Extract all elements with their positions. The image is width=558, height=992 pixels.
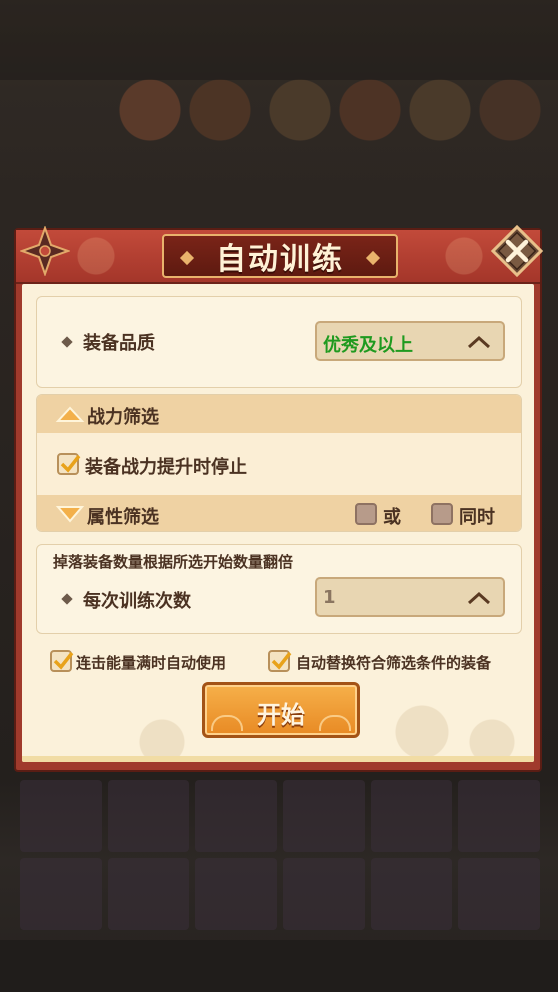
auto-training-dialog: 自动训练 装备品质 优秀及以上 战力筛选 装备战力提升时停止 属性筛选 或 同时… <box>14 224 544 772</box>
chevron-up-icon <box>55 406 85 422</box>
diamond-bullet-icon <box>61 593 73 605</box>
attribute-both-checkbox[interactable] <box>431 503 453 525</box>
attribute-filter-title: 属性筛选 <box>87 507 159 528</box>
stop-on-power-up-label: 装备战力提升时停止 <box>85 457 247 478</box>
power-filter-header[interactable]: 战力筛选 <box>37 395 521 433</box>
auto-replace-equipment-label: 自动替换符合筛选条件的装备 <box>296 654 492 672</box>
auto-replace-equipment-checkbox[interactable] <box>268 650 292 672</box>
chevron-up-icon <box>467 591 491 605</box>
background-bottom-bar <box>0 940 558 992</box>
start-button-label: 开始 <box>257 701 305 729</box>
auto-use-energy-label: 连击能量满时自动使用 <box>76 654 227 672</box>
training-count-label: 每次训练次数 <box>83 591 191 612</box>
training-count-card: 掉落装备数量根据所选开始数量翻倍 每次训练次数 1 <box>36 544 522 634</box>
start-button[interactable]: 开始 <box>202 682 360 738</box>
attribute-both-label: 同时 <box>459 507 495 528</box>
title-plate: 自动训练 <box>162 234 398 278</box>
quality-card: 装备品质 优秀及以上 <box>36 296 522 388</box>
close-icon[interactable] <box>488 222 546 280</box>
auto-use-energy-checkbox[interactable] <box>50 650 74 672</box>
diamond-bullet-icon <box>61 336 73 348</box>
attribute-or-checkbox[interactable] <box>355 503 377 525</box>
training-count-value: 1 <box>323 587 336 608</box>
attribute-filter-header[interactable]: 属性筛选 或 同时 <box>37 495 521 531</box>
background-top-bar <box>0 0 558 80</box>
chevron-up-icon <box>467 335 491 349</box>
filter-card: 战力筛选 装备战力提升时停止 属性筛选 或 同时 <box>36 394 522 532</box>
quality-value: 优秀及以上 <box>323 335 413 356</box>
training-count-dropdown[interactable]: 1 <box>315 577 505 617</box>
attribute-or-label: 或 <box>383 507 401 528</box>
dialog-title: 自动训练 <box>216 242 344 277</box>
drop-doubling-note: 掉落装备数量根据所选开始数量翻倍 <box>53 553 294 571</box>
shuriken-icon <box>20 226 70 276</box>
power-filter-title: 战力筛选 <box>87 407 159 428</box>
quality-dropdown[interactable]: 优秀及以上 <box>315 321 505 361</box>
background-item-grid <box>20 780 540 930</box>
quality-label: 装备品质 <box>83 333 155 354</box>
stop-on-power-up-checkbox[interactable] <box>57 453 81 475</box>
chevron-down-icon <box>55 506 85 523</box>
dialog-header: 自动训练 <box>16 224 544 284</box>
